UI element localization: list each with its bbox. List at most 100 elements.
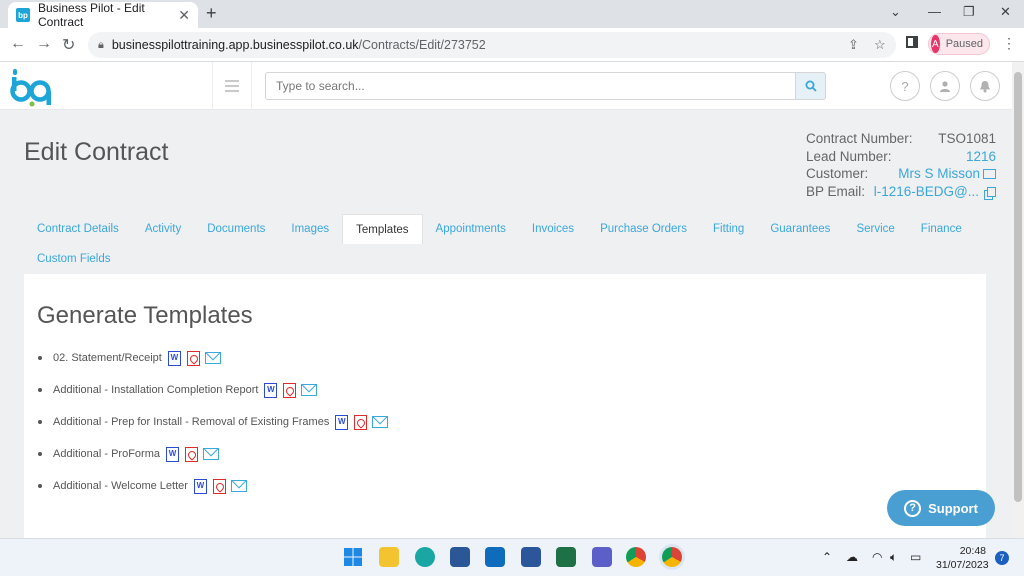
template-item: Additional - Installation Completion Rep… (38, 374, 388, 406)
scrollbar-thumb[interactable] (1014, 72, 1022, 502)
envelope-icon[interactable] (203, 448, 219, 460)
side-panel-icon[interactable] (906, 36, 918, 48)
template-name: Additional - Prep for Install - Removal … (53, 416, 330, 428)
support-button[interactable]: ? Support (887, 490, 995, 526)
copy-icon[interactable] (987, 186, 996, 197)
word-icon[interactable] (521, 547, 541, 567)
bell-icon (980, 80, 990, 92)
pdf-icon[interactable] (186, 350, 200, 366)
word-document-icon[interactable]: W (264, 382, 278, 398)
edge-icon[interactable] (415, 547, 435, 567)
app-header: ? (0, 62, 1012, 110)
teams-icon[interactable] (592, 547, 612, 567)
tab-purchase-orders[interactable]: Purchase Orders (587, 214, 700, 244)
bp-email-link[interactable]: l-1216-BEDG@... (874, 184, 979, 199)
browser-toolbar: ← → ↻ 🔒︎ businesspilottraining.app.busin… (0, 28, 1024, 62)
template-item: Additional - ProForma W (38, 438, 388, 470)
vertical-scrollbar[interactable] (1012, 62, 1024, 538)
url-path: /Contracts/Edit/273752 (358, 38, 486, 52)
url-host: businesspilottraining.app.businesspilot.… (111, 38, 359, 52)
envelope-icon[interactable] (301, 384, 318, 396)
restore-icon[interactable]: ❐ (963, 4, 975, 20)
tab-service[interactable]: Service (843, 214, 907, 244)
profile-status: Paused (945, 38, 983, 50)
tab-activity[interactable]: Activity (132, 214, 194, 244)
menu-toggle-icon[interactable] (212, 62, 252, 110)
tab-documents[interactable]: Documents (194, 214, 278, 244)
customer-label: Customer: (806, 166, 869, 181)
business-pilot-logo[interactable] (10, 67, 56, 107)
tab-search-chevron-icon[interactable]: ⌄ (890, 4, 901, 20)
tab-templates[interactable]: Templates (342, 214, 423, 244)
windows-start-icon[interactable] (343, 547, 363, 567)
tab-row-2: Custom Fields (24, 244, 986, 274)
help-button[interactable]: ? (890, 71, 920, 101)
address-bar[interactable]: 🔒︎ businesspilottraining.app.businesspil… (88, 32, 896, 58)
word-document-icon[interactable]: W (193, 478, 207, 494)
word-document-icon[interactable]: W (335, 414, 349, 430)
tab-images[interactable]: Images (278, 214, 342, 244)
forward-arrow-icon[interactable]: → (36, 35, 52, 53)
new-tab-icon[interactable]: + (206, 3, 217, 24)
templates-heading: Generate Templates (37, 302, 253, 329)
windows-taskbar: ⌃ ☁︎ ◠ 🔈︎ ▭ 20:48 31/07/2023 7 (0, 538, 1024, 576)
search-button[interactable] (795, 72, 826, 100)
chrome-profile-icon[interactable] (662, 547, 682, 567)
bullet (38, 484, 42, 488)
pdf-icon[interactable] (283, 382, 297, 398)
share-icon[interactable]: ⇪ (848, 37, 859, 53)
close-tab-icon[interactable]: ✕ (178, 7, 190, 24)
browser-menu-icon[interactable]: ⋮ (1002, 35, 1016, 52)
tab-guarantees[interactable]: Guarantees (757, 214, 843, 244)
back-arrow-icon[interactable]: ← (10, 35, 26, 53)
tab-custom-fields[interactable]: Custom Fields (24, 244, 124, 274)
envelope-icon[interactable] (230, 480, 247, 492)
word-document-icon[interactable]: W (166, 446, 179, 462)
store-icon[interactable] (450, 547, 470, 567)
pdf-icon[interactable] (212, 478, 226, 494)
outlook-icon[interactable] (485, 547, 505, 567)
chrome-icon[interactable] (626, 547, 646, 567)
profile-button[interactable]: A Paused (928, 33, 990, 55)
tab-invoices[interactable]: Invoices (519, 214, 587, 244)
template-name: 02. Statement/Receipt (53, 352, 162, 364)
contract-number-label: Contract Number: (806, 131, 913, 146)
word-document-icon[interactable]: W (167, 350, 181, 366)
file-explorer-icon[interactable] (379, 547, 399, 567)
contract-number-value: TSO1081 (938, 131, 996, 146)
browser-tab-strip: bp Business Pilot - Edit Contract ✕ + ⌄ … (0, 0, 1024, 29)
envelope-icon[interactable] (204, 352, 221, 364)
close-window-icon[interactable]: ✕ (1000, 4, 1011, 20)
help-icon: ? (901, 78, 909, 94)
bookmark-star-icon[interactable]: ☆ (874, 37, 886, 53)
user-button[interactable] (930, 71, 960, 101)
search-input[interactable] (265, 72, 796, 100)
battery-icon[interactable]: ▭ (910, 550, 921, 564)
reload-icon[interactable]: ↻ (62, 35, 75, 55)
lead-number-link[interactable]: 1216 (966, 148, 996, 166)
bp-email-label: BP Email: (806, 183, 866, 199)
pdf-icon[interactable] (185, 446, 198, 462)
minimize-icon[interactable]: — (928, 4, 941, 19)
template-name: Additional - ProForma (53, 448, 160, 460)
browser-tab[interactable]: bp Business Pilot - Edit Contract ✕ (8, 1, 198, 29)
customer-link[interactable]: Mrs S Misson (898, 166, 980, 181)
tab-fitting[interactable]: Fitting (700, 214, 757, 244)
excel-icon[interactable] (556, 547, 576, 567)
pdf-icon[interactable] (354, 414, 368, 430)
taskbar-clock[interactable]: 20:48 31/07/2023 (936, 544, 989, 572)
tab-contract-details[interactable]: Contract Details (24, 214, 132, 244)
volume-icon[interactable]: 🔈︎ (890, 550, 897, 565)
wifi-icon[interactable]: ◠ (872, 550, 882, 564)
support-label: Support (928, 500, 978, 516)
tray-chevron-icon[interactable]: ⌃ (822, 550, 832, 564)
cloud-icon[interactable]: ☁︎ (846, 550, 858, 564)
tab-appointments[interactable]: Appointments (423, 214, 519, 244)
notifications-button[interactable] (970, 71, 1000, 101)
tab-finance[interactable]: Finance (908, 214, 975, 244)
notification-badge[interactable]: 7 (995, 551, 1009, 565)
profile-avatar: A (931, 35, 940, 53)
lock-icon[interactable]: 🔒︎ (98, 39, 104, 52)
email-customer-icon[interactable] (983, 169, 996, 179)
envelope-icon[interactable] (372, 416, 389, 428)
